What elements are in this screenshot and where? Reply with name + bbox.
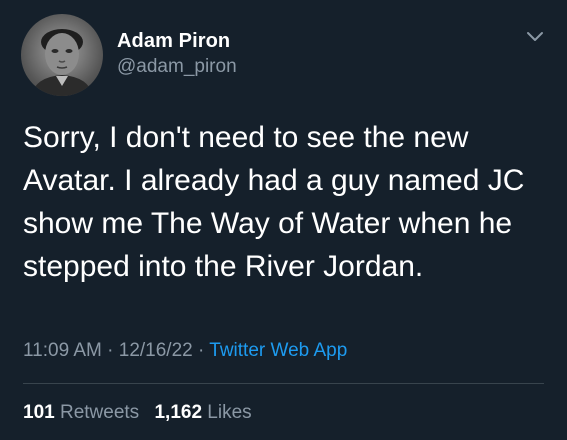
avatar[interactable] [21, 14, 103, 96]
tweet-text-line: show me The Way of Water when he [23, 207, 513, 240]
tweet-stats: 101 Retweets 1,162 Likes [23, 402, 252, 424]
likes-stat[interactable]: 1,162 Likes [154, 402, 251, 423]
tweet-card: Adam Piron @adam_piron Sorry, I don't ne… [0, 0, 567, 440]
separator: · [198, 340, 205, 361]
tweet-metadata: 11:09 AM · 12/16/22 · Twitter Web App [23, 340, 347, 362]
tweet-text: Sorry, I don't need to see the new Avata… [23, 116, 553, 288]
divider [23, 383, 544, 384]
source-app-link[interactable]: Twitter Web App [209, 340, 347, 361]
retweets-stat[interactable]: 101 Retweets [23, 402, 144, 423]
tweet-time[interactable]: 11:09 AM [23, 340, 102, 361]
tweet-date[interactable]: 12/16/22 [119, 340, 193, 361]
retweets-label: Retweets [59, 402, 140, 423]
author-name[interactable]: Adam Piron [117, 30, 230, 53]
separator: · [107, 340, 114, 361]
tweet-text-line: Avatar. I already had a guy named JC [23, 164, 525, 197]
tweet-text-line: stepped into the River Jordan. [23, 250, 424, 283]
chevron-down-icon[interactable] [525, 30, 545, 44]
retweets-count: 101 [23, 402, 55, 423]
likes-count: 1,162 [154, 402, 203, 423]
tweet-text-line: Sorry, I don't need to see the new [23, 121, 469, 154]
likes-label: Likes [207, 402, 252, 423]
author-handle[interactable]: @adam_piron [117, 56, 237, 78]
avatar-photo-icon [31, 29, 93, 96]
